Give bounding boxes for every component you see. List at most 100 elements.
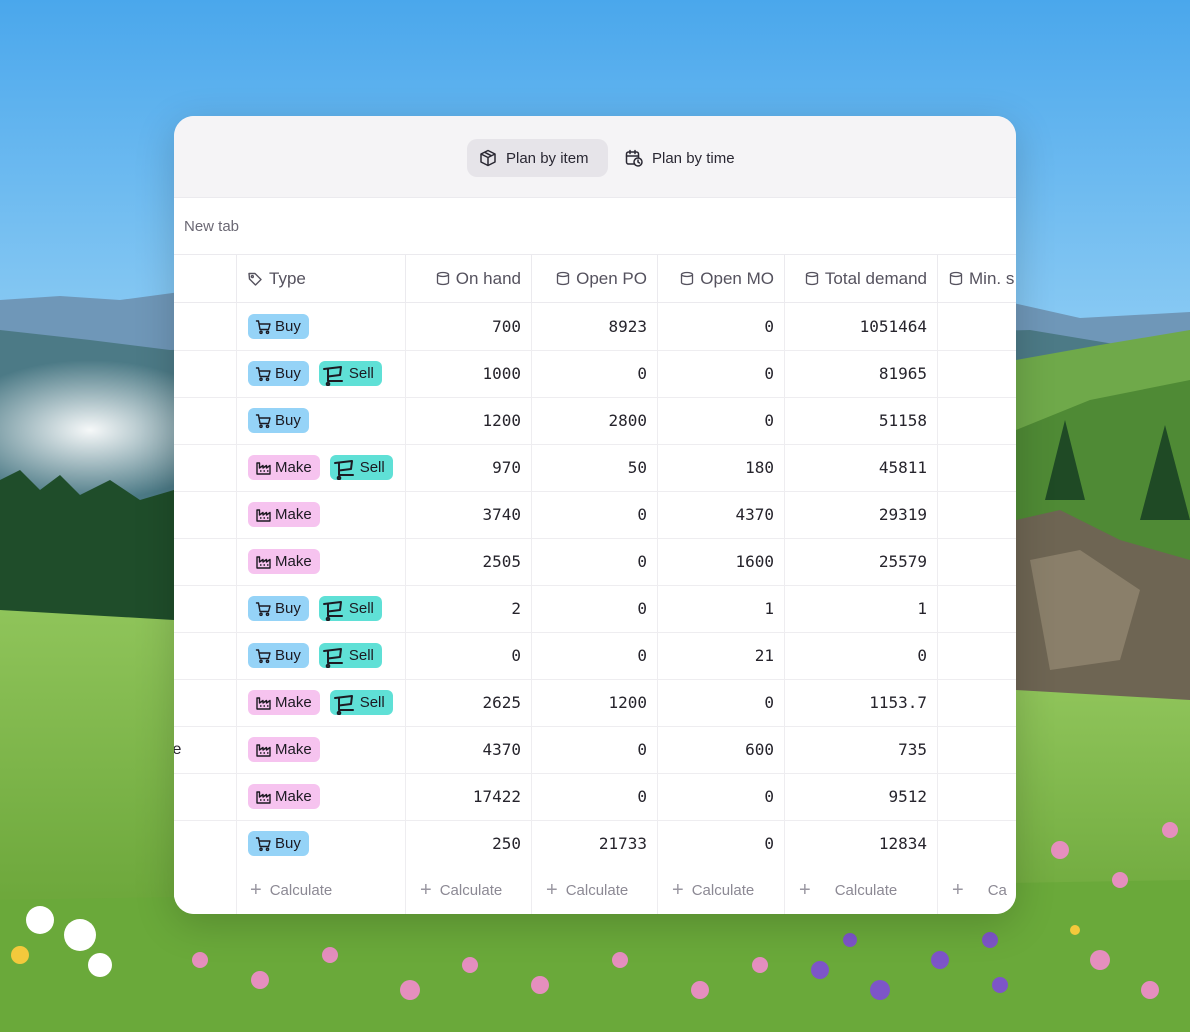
- calculate-button[interactable]: + Calculate: [237, 867, 406, 914]
- cell-open-po[interactable]: 0: [532, 726, 658, 773]
- cell-type[interactable]: Buy: [237, 303, 406, 350]
- cell-name[interactable]: [174, 397, 237, 444]
- cell-min-stock[interactable]: [938, 632, 1016, 679]
- cell-min-stock[interactable]: [938, 726, 1016, 773]
- cell-on-hand[interactable]: 17422: [406, 773, 532, 820]
- cell-name[interactable]: e: [174, 820, 237, 867]
- cell-open-mo[interactable]: 4370: [658, 491, 785, 538]
- cell-name[interactable]: [174, 538, 237, 585]
- cell-open-po[interactable]: 0: [532, 585, 658, 632]
- table-row[interactable]: e Buy 25021733012834: [174, 820, 1016, 868]
- calculate-button[interactable]: + Calculate: [658, 867, 785, 914]
- cell-name[interactable]: e: [174, 679, 237, 726]
- cell-open-mo[interactable]: 21: [658, 632, 785, 679]
- cell-total-demand[interactable]: 9512: [785, 773, 938, 820]
- column-header-total-demand[interactable]: Total demand: [785, 255, 938, 302]
- cell-on-hand[interactable]: 2: [406, 585, 532, 632]
- cell-open-po[interactable]: 1200: [532, 679, 658, 726]
- column-header-type[interactable]: Type: [237, 255, 406, 302]
- cell-min-stock[interactable]: [938, 538, 1016, 585]
- cell-open-po[interactable]: 0: [532, 350, 658, 397]
- table-row[interactable]: Make 3740 0 4370 29319: [174, 491, 1016, 539]
- cell-type[interactable]: Make Sell: [237, 679, 406, 726]
- cell-open-mo[interactable]: 1600: [658, 538, 785, 585]
- cell-total-demand[interactable]: 1: [785, 585, 938, 632]
- cell-open-mo[interactable]: 600: [658, 726, 785, 773]
- table-row[interactable]: Buy 1200 2800 0 51158: [174, 397, 1016, 445]
- cell-name[interactable]: [174, 585, 237, 632]
- cell-total-demand[interactable]: 29319: [785, 491, 938, 538]
- cell-min-stock[interactable]: [938, 303, 1016, 350]
- cell-min-stock[interactable]: [938, 585, 1016, 632]
- cell-open-po[interactable]: 8923: [532, 303, 658, 350]
- cell-on-hand[interactable]: 0: [406, 632, 532, 679]
- calculate-button[interactable]: + Calculate: [532, 867, 658, 914]
- cell-total-demand[interactable]: 45811: [785, 444, 938, 491]
- plan-by-time-button[interactable]: Plan by time: [613, 139, 753, 177]
- cell-type[interactable]: Make: [237, 491, 406, 538]
- cell-type[interactable]: Buy Sell: [237, 632, 406, 679]
- cell-open-mo[interactable]: 1: [658, 585, 785, 632]
- cell-name[interactable]: [174, 303, 237, 350]
- cell-open-po[interactable]: 50: [532, 444, 658, 491]
- cell-name[interactable]: [174, 632, 237, 679]
- cell-on-hand[interactable]: 3740: [406, 491, 532, 538]
- table-row[interactable]: e Make Sell 2625120001153.7: [174, 679, 1016, 727]
- cell-total-demand[interactable]: 0: [785, 632, 938, 679]
- cell-type[interactable]: Buy Sell: [237, 585, 406, 632]
- cell-name[interactable]: ple: [174, 726, 237, 773]
- cell-open-po[interactable]: 0: [532, 773, 658, 820]
- table-row[interactable]: Buy Sell 0 0 21 0: [174, 632, 1016, 680]
- cell-name[interactable]: [174, 444, 237, 491]
- cell-open-mo[interactable]: 0: [658, 773, 785, 820]
- cell-on-hand[interactable]: 970: [406, 444, 532, 491]
- cell-min-stock[interactable]: [938, 350, 1016, 397]
- cell-open-mo[interactable]: 0: [658, 679, 785, 726]
- cell-on-hand[interactable]: 4370: [406, 726, 532, 773]
- cell-total-demand[interactable]: 81965: [785, 350, 938, 397]
- cell-name[interactable]: [174, 491, 237, 538]
- cell-open-po[interactable]: 0: [532, 538, 658, 585]
- tab-new-tab[interactable]: New tab: [184, 218, 239, 235]
- table-row[interactable]: Make Sell 970 50 180 45811: [174, 444, 1016, 492]
- cell-total-demand[interactable]: 1153.7: [785, 679, 938, 726]
- cell-total-demand[interactable]: 12834: [785, 820, 938, 867]
- cell-open-po[interactable]: 0: [532, 632, 658, 679]
- cell-type[interactable]: Buy: [237, 820, 406, 867]
- table-row[interactable]: ple Make 43700600735: [174, 726, 1016, 774]
- column-header-open-mo[interactable]: Open MO: [658, 255, 785, 302]
- cell-total-demand[interactable]: 735: [785, 726, 938, 773]
- cell-type[interactable]: Make: [237, 726, 406, 773]
- cell-name[interactable]: [174, 773, 237, 820]
- cell-open-po[interactable]: 0: [532, 491, 658, 538]
- cell-on-hand[interactable]: 1000: [406, 350, 532, 397]
- cell-min-stock[interactable]: [938, 679, 1016, 726]
- column-header-min-stock[interactable]: Min. s: [938, 255, 1016, 302]
- calculate-button[interactable]: + Ca: [938, 867, 1016, 914]
- cell-min-stock[interactable]: [938, 397, 1016, 444]
- calculate-button[interactable]: + Calculate: [785, 867, 938, 914]
- cell-min-stock[interactable]: [938, 444, 1016, 491]
- cell-type[interactable]: Buy: [237, 397, 406, 444]
- cell-name[interactable]: [174, 350, 237, 397]
- cell-total-demand[interactable]: 1051464: [785, 303, 938, 350]
- cell-on-hand[interactable]: 1200: [406, 397, 532, 444]
- cell-open-mo[interactable]: 0: [658, 350, 785, 397]
- column-header-on-hand[interactable]: On hand: [406, 255, 532, 302]
- cell-open-po[interactable]: 21733: [532, 820, 658, 867]
- cell-min-stock[interactable]: [938, 491, 1016, 538]
- column-header-name[interactable]: [174, 255, 237, 302]
- cell-open-mo[interactable]: 180: [658, 444, 785, 491]
- cell-on-hand[interactable]: 700: [406, 303, 532, 350]
- calculate-button[interactable]: + Calculate: [406, 867, 532, 914]
- cell-on-hand[interactable]: 2625: [406, 679, 532, 726]
- column-header-open-po[interactable]: Open PO: [532, 255, 658, 302]
- cell-open-mo[interactable]: 0: [658, 397, 785, 444]
- cell-total-demand[interactable]: 51158: [785, 397, 938, 444]
- cell-total-demand[interactable]: 25579: [785, 538, 938, 585]
- cell-min-stock[interactable]: [938, 773, 1016, 820]
- cell-type[interactable]: Make: [237, 538, 406, 585]
- cell-type[interactable]: Make Sell: [237, 444, 406, 491]
- table-row[interactable]: Buy Sell 1000 0 0 81965: [174, 350, 1016, 398]
- table-row[interactable]: Buy Sell 2 0 1 1: [174, 585, 1016, 633]
